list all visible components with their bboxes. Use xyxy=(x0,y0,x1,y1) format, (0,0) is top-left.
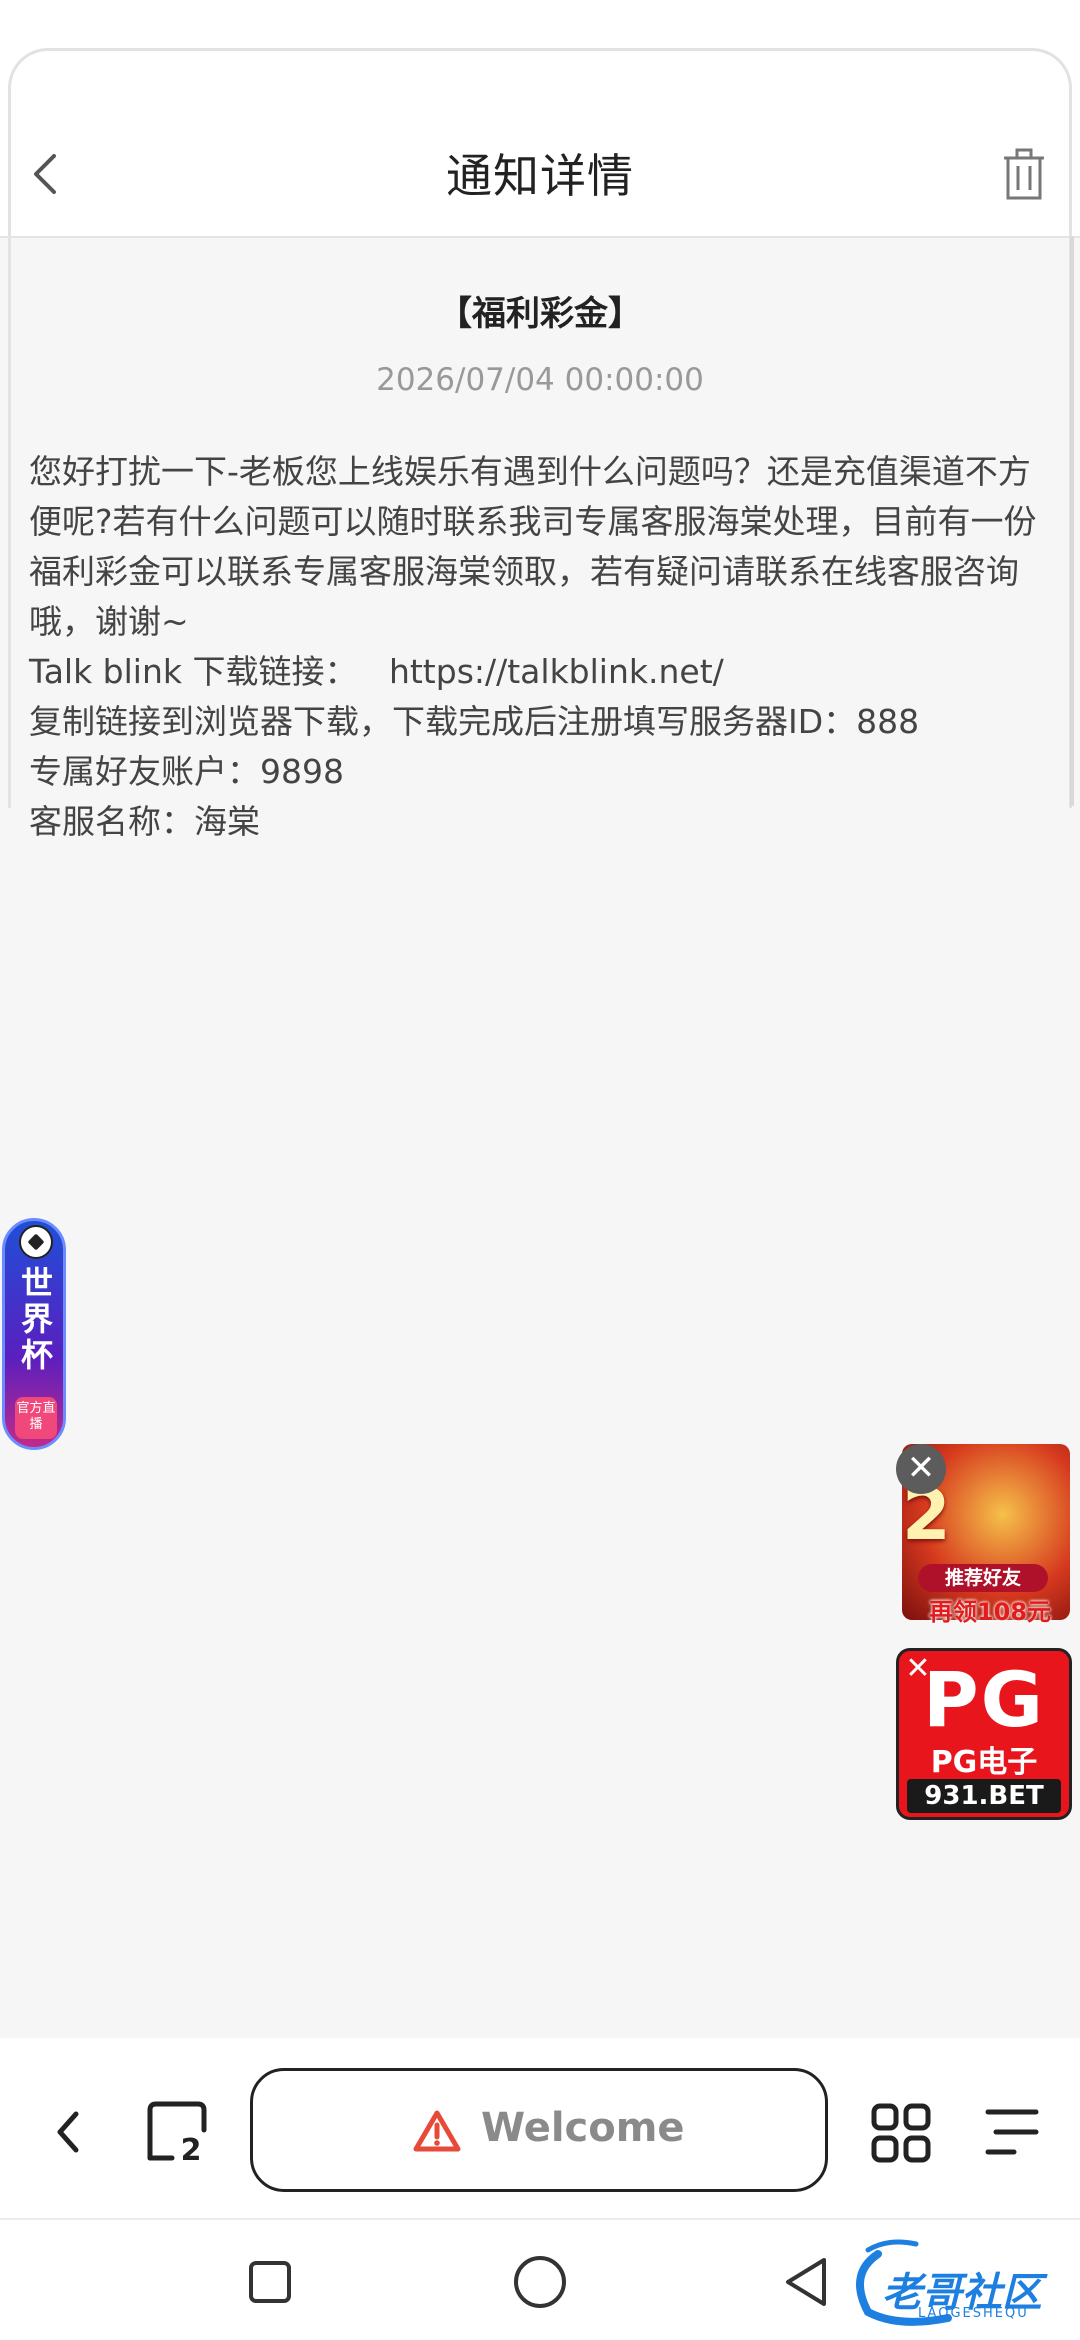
notice-title: 【福利彩金】 xyxy=(438,294,642,334)
referral-ad[interactable]: 2 推荐好友 再领108元 ✕ xyxy=(896,1444,1072,1626)
notice-timestamp: 2026/07/04 00:00:00 xyxy=(376,362,704,398)
tab-count: 2 xyxy=(181,2133,202,2162)
browser-toolbar: 2 Welcome xyxy=(0,2038,1080,2218)
home-icon[interactable] xyxy=(512,2254,568,2310)
soccer-ball-icon xyxy=(19,1225,53,1259)
apps-grid-icon[interactable] xyxy=(870,2102,932,2164)
official-live-label: 官方直播 xyxy=(15,1397,57,1439)
pg-ad[interactable]: PG PG电子 931.BET ✕ xyxy=(896,1648,1072,1820)
close-icon[interactable]: ✕ xyxy=(896,1648,940,1692)
close-icon[interactable]: ✕ xyxy=(896,1444,946,1494)
address-bar[interactable]: Welcome xyxy=(250,2068,828,2192)
tabs-icon[interactable]: 2 xyxy=(146,2100,208,2168)
browser-back-icon[interactable] xyxy=(48,2104,88,2160)
page-title: 通知详情 xyxy=(446,149,634,203)
pg-ad-subtitle: PG电子 xyxy=(930,1745,1038,1780)
menu-icon[interactable] xyxy=(982,2106,1040,2158)
notice-body: 您好打扰一下-老板您上线娱乐有遇到什么问题吗？还是充值渠道不方便呢?若有什么问题… xyxy=(29,452,1037,841)
watermark-subtext: LAOGESHEQU xyxy=(918,2306,1029,2321)
trash-icon[interactable] xyxy=(1002,148,1046,200)
watermark-logo: 老哥社区 LAOGESHEQU xyxy=(838,2234,1068,2330)
referral-ad-tag: 推荐好友 xyxy=(918,1564,1048,1592)
system-navigation-bar: 老哥社区 LAOGESHEQU xyxy=(0,2218,1080,2340)
header-divider xyxy=(0,236,1080,238)
warning-icon xyxy=(413,2109,461,2153)
referral-ad-reward: 再领108元 xyxy=(928,1598,1052,1626)
worldcup-label: 世界杯 xyxy=(20,1264,53,1374)
system-back-icon[interactable] xyxy=(782,2254,830,2310)
pg-ad-site: 931.BET xyxy=(907,1779,1061,1813)
address-bar-label: Welcome xyxy=(481,2105,685,2151)
recent-apps-icon[interactable] xyxy=(248,2260,292,2304)
worldcup-live-badge[interactable]: 世界杯 官方直播 xyxy=(2,1218,66,1450)
